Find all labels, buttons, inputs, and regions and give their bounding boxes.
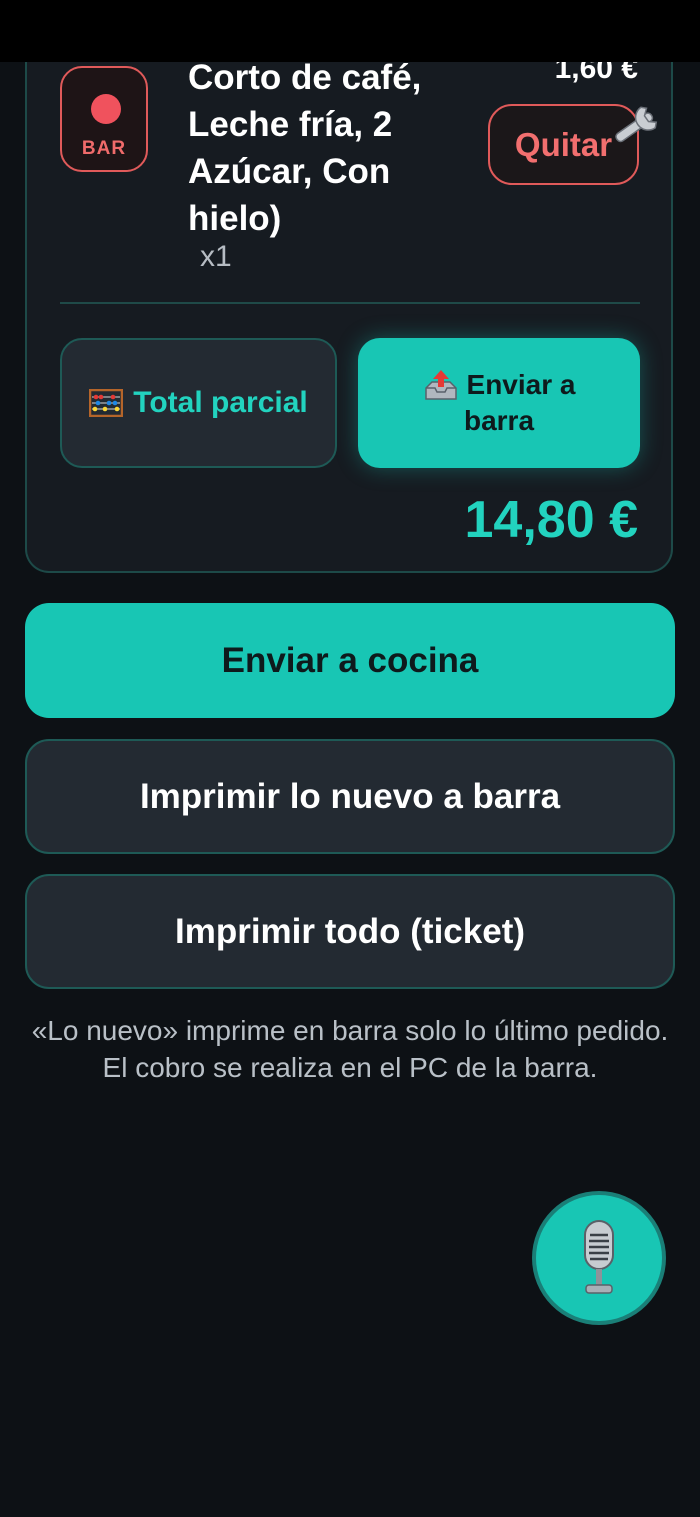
bar-badge: BAR <box>60 66 148 172</box>
voice-input-button[interactable] <box>536 1195 662 1321</box>
item-quantity: x1 <box>200 240 232 273</box>
remove-item-label: Quitar <box>514 125 613 163</box>
order-total: 14,80 € <box>464 491 639 549</box>
footnote: «Lo nuevo» imprime en barra solo lo últi… <box>31 1015 669 1083</box>
print-all-ticket-button[interactable]: Imprimir todo (ticket) <box>25 874 675 989</box>
send-to-bar-button[interactable]: Enviar a barra <box>358 338 640 468</box>
print-new-to-bar-label: Imprimir lo nuevo a barra <box>139 776 561 816</box>
subtotal-label: Total parcial <box>133 386 308 419</box>
send-to-bar-label-line1: Enviar a <box>466 369 576 400</box>
print-new-to-bar-button[interactable]: Imprimir lo nuevo a barra <box>25 739 675 854</box>
print-all-ticket-label: Imprimir todo (ticket) <box>174 911 526 951</box>
subtotal-button[interactable]: Total parcial <box>60 338 337 468</box>
outbox-tray-icon <box>424 370 457 400</box>
divider <box>60 302 640 304</box>
bar-badge-label: BAR <box>81 138 127 159</box>
abacus-icon <box>89 389 124 417</box>
status-bar <box>0 0 700 62</box>
send-to-kitchen-button[interactable]: Enviar a cocina <box>25 603 675 718</box>
send-to-kitchen-label: Enviar a cocina <box>221 640 479 680</box>
item-name: Corto de café, Leche fría, 2 Azúcar, Con… <box>188 58 422 238</box>
red-dot-icon <box>91 94 121 124</box>
send-to-bar-label-line2: barra <box>463 405 535 436</box>
microphone-icon <box>584 1220 614 1294</box>
wrench-icon[interactable] <box>606 98 670 150</box>
